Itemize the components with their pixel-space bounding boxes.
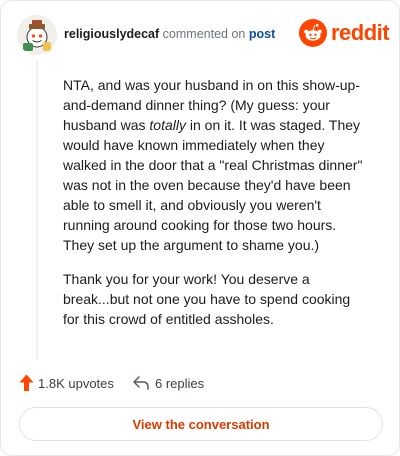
upvote-count: 1.8K upvotes bbox=[38, 376, 114, 391]
paragraph-1-text-b: in on it. It was staged. They would have… bbox=[63, 117, 363, 253]
view-conversation-button[interactable]: View the conversation bbox=[19, 407, 383, 441]
brand-wordmark: reddit bbox=[331, 20, 390, 45]
comment-footer: 1.8K upvotes 6 replies bbox=[19, 374, 379, 394]
comment-paragraph-2: Thank you for your work! You deserve a b… bbox=[63, 271, 351, 327]
reddit-logo[interactable]: reddit bbox=[299, 19, 390, 47]
user-avatar[interactable] bbox=[17, 15, 57, 55]
reddit-logo-icon bbox=[299, 19, 327, 47]
comment-paragraph-1: NTA, and was your husband in on this sho… bbox=[63, 75, 369, 255]
reply-count[interactable]: 6 replies bbox=[155, 376, 204, 391]
paragraph-1-emphasis: totally bbox=[149, 117, 186, 133]
action-text: commented on bbox=[162, 27, 246, 41]
snoo-avatar-icon bbox=[17, 15, 57, 55]
comment-byline: religiouslydecaf commented on post bbox=[64, 27, 275, 41]
comment-header: religiouslydecaf commented on post reddi… bbox=[17, 15, 390, 55]
username-link[interactable]: religiouslydecaf bbox=[64, 27, 159, 41]
reply-arrow-icon[interactable] bbox=[132, 375, 150, 391]
embedded-comment-card: religiouslydecaf commented on post reddi… bbox=[0, 0, 400, 456]
thread-line bbox=[36, 61, 38, 359]
upvote-arrow-icon[interactable] bbox=[19, 374, 34, 392]
post-link[interactable]: post bbox=[249, 27, 275, 41]
comment-body: NTA, and was your husband in on this sho… bbox=[63, 75, 369, 343]
